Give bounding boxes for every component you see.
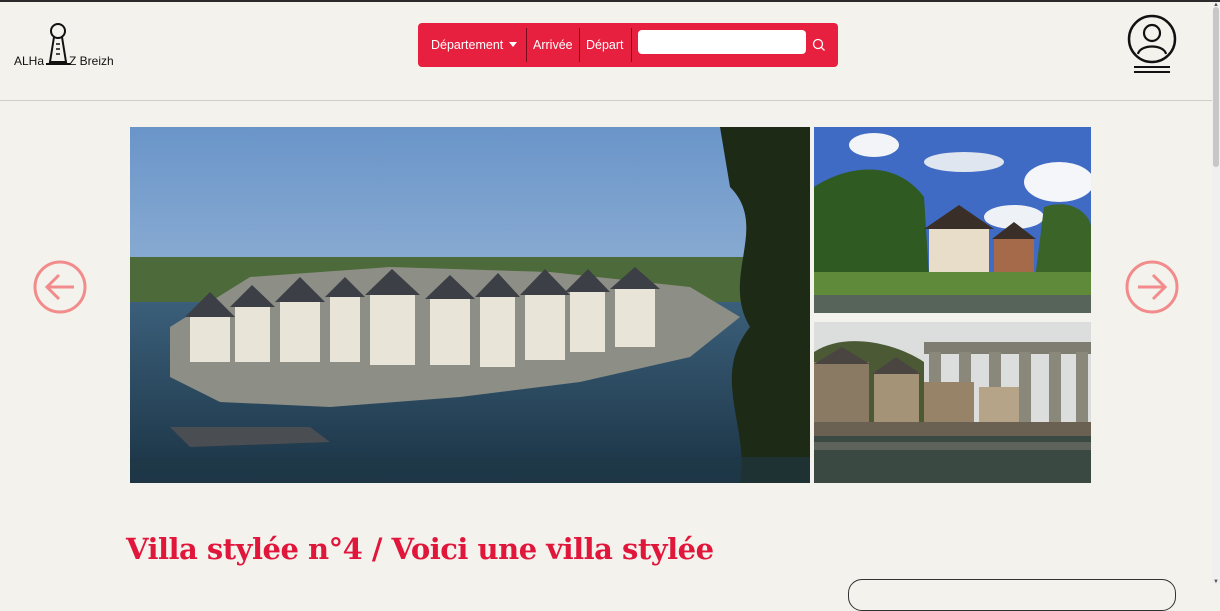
viaduct-town-photo[interactable] — [814, 322, 1091, 483]
department-label: Département — [431, 38, 504, 52]
user-account-icon[interactable] — [1125, 14, 1179, 78]
site-header: ALHa Z Breizh Département Arrivée Départ — [0, 2, 1212, 101]
search-input[interactable] — [638, 30, 806, 54]
manor-house-photo[interactable] — [814, 127, 1091, 313]
separator — [526, 28, 527, 62]
keyhole-logo-icon — [46, 23, 70, 65]
separator — [631, 28, 632, 62]
page-scrollbar[interactable]: ▲ ▼ — [1212, 2, 1220, 585]
booking-panel — [848, 579, 1176, 611]
department-dropdown[interactable]: Département — [431, 23, 518, 67]
next-arrow-icon[interactable] — [1124, 259, 1180, 315]
arrival-button[interactable]: Arrivée — [533, 23, 573, 67]
previous-arrow-icon[interactable] — [32, 259, 88, 315]
departure-button[interactable]: Départ — [586, 23, 624, 67]
scroll-down-icon[interactable]: ▼ — [1213, 579, 1219, 585]
search-bar: Département Arrivée Départ — [418, 23, 838, 67]
logo-text-right: Z Breizh — [69, 54, 114, 68]
harbour-town-photo[interactable] — [130, 127, 810, 483]
site-logo[interactable]: ALHa Z Breizh — [12, 22, 152, 72]
scroll-thumb[interactable] — [1213, 7, 1219, 167]
search-icon[interactable] — [811, 37, 827, 53]
listing-title: Villa stylée n°4 / Voici une villa stylé… — [126, 532, 714, 566]
logo-text-left: ALHa — [14, 54, 45, 68]
caret-down-icon — [509, 42, 518, 48]
separator — [579, 28, 580, 62]
